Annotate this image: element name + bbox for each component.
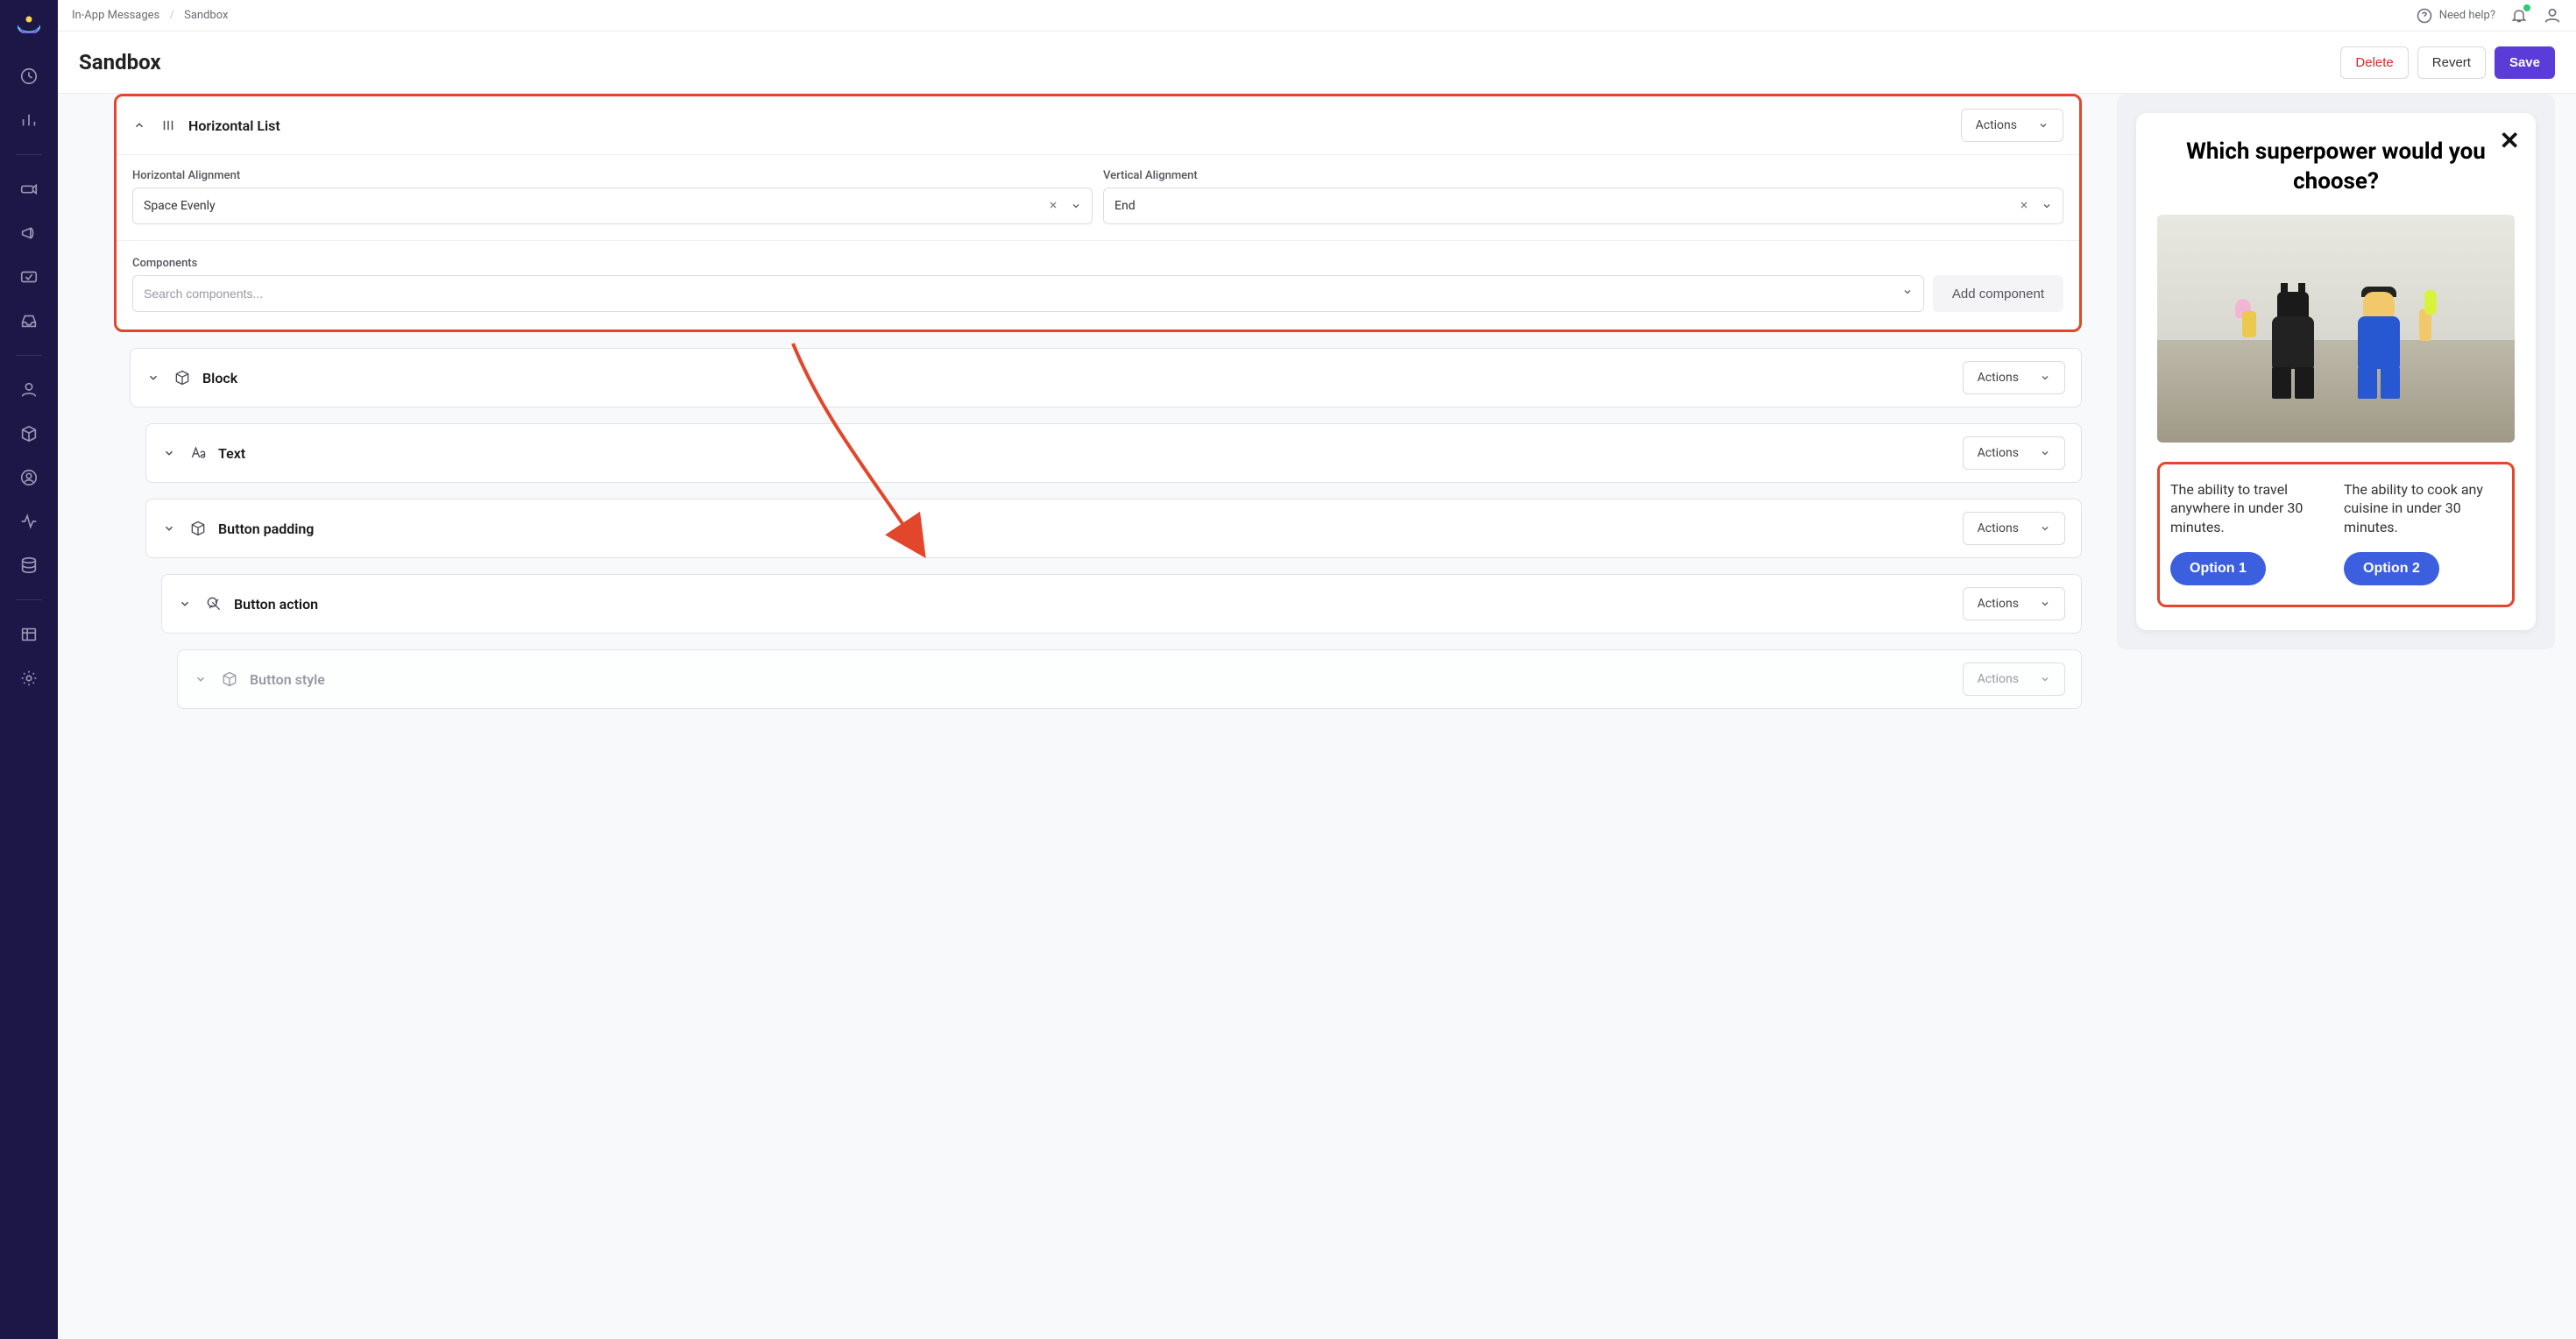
actions-dropdown[interactable]: Actions [1963,587,2065,620]
component-name: Button padding [218,521,1963,537]
notification-dot [2523,4,2530,11]
chevron-down-icon [1902,287,1913,301]
close-icon[interactable]: ✕ [2500,129,2520,153]
account-icon[interactable] [2543,6,2562,25]
halign-value: Space Evenly [144,199,1048,213]
component-name: Button style [250,671,1963,688]
nav-data-icon[interactable] [19,556,39,575]
nav-analytics-icon[interactable] [19,110,39,130]
lego-batman-figure [2258,285,2328,407]
breadcrumb-parent[interactable]: In-App Messages [72,9,159,22]
halign-label: Horizontal Alignment [132,169,1093,182]
component-card-button-action: Button action Actions [161,574,2082,634]
horizontal-list-icon [159,116,178,135]
breadcrumb-current: Sandbox [184,9,228,22]
section-divider [117,240,2079,241]
halign-select[interactable]: Space Evenly [132,188,1093,224]
preview-option-2: The ability to cook any cuisine in under… [2344,480,2502,586]
nav-dashboard-icon[interactable] [19,67,39,86]
component-card-horizontal-list: Horizontal List Actions Horizontal Align… [114,94,2082,332]
preview-frame: ✕ Which superpower would you choose? [2117,94,2555,649]
actions-label: Actions [1978,597,2019,611]
option-text: The ability to cook any cuisine in under… [2344,480,2502,537]
page-title: Sandbox [79,50,161,74]
chevron-down-icon [2042,201,2052,211]
nav-objects-icon[interactable] [19,424,39,443]
actions-dropdown[interactable]: Actions [1963,662,2065,696]
preview-hero-image [2157,215,2515,443]
component-name: Horizontal List [188,117,1961,134]
preview-option-1: The ability to travel anywhere in under … [2170,480,2328,586]
components-search-input[interactable] [144,287,1902,301]
components-label: Components [132,257,1924,270]
sidebar-sep [16,599,42,600]
block-icon [173,368,192,387]
breadcrumb-sep: / [169,9,173,22]
valign-label: Vertical Alignment [1103,169,2063,182]
preview-card: ✕ Which superpower would you choose? [2136,113,2536,630]
nav-inapp-icon[interactable] [19,267,39,287]
save-button[interactable]: Save [2495,46,2555,79]
nav-segments-icon[interactable] [19,468,39,487]
help-label: Need help? [2439,9,2495,22]
actions-dropdown[interactable]: Actions [1961,109,2063,142]
nav-inbox-icon[interactable] [19,311,39,330]
nav-users-icon[interactable] [19,380,39,400]
page-header: Sandbox Delete Revert Save [58,32,2576,94]
component-card-block: Block Actions [130,348,2082,407]
block-icon [188,519,208,538]
actions-label: Actions [1976,118,2017,132]
actions-dropdown[interactable]: Actions [1963,436,2065,470]
collapse-toggle[interactable] [162,446,176,460]
collapse-toggle[interactable] [162,521,176,535]
component-card-button-style: Button style Actions [177,649,2082,709]
collapse-toggle[interactable] [146,371,160,385]
nav-settings-icon[interactable] [19,669,39,688]
clear-icon[interactable] [1048,200,1060,212]
notifications-icon[interactable] [2509,6,2529,25]
option-1-button[interactable]: Option 1 [2170,552,2266,585]
nav-campaigns-icon[interactable] [19,180,39,199]
nav-activity-icon[interactable] [19,512,39,531]
collapse-toggle[interactable] [178,597,192,611]
actions-label: Actions [1978,521,2019,535]
top-bar: In-App Messages / Sandbox Need help? [58,0,2576,32]
actions-label: Actions [1978,371,2019,385]
collapse-toggle[interactable] [132,118,146,132]
app-logo [16,16,42,33]
preview-options-box: The ability to travel anywhere in under … [2157,462,2515,608]
valign-value: End [1115,199,2019,213]
action-icon [204,594,223,613]
component-name: Text [218,445,1963,462]
actions-label: Actions [1978,672,2019,686]
component-name: Button action [234,596,1963,613]
component-card-text: Text Actions [145,423,2082,483]
delete-button[interactable]: Delete [2340,46,2408,79]
actions-dropdown[interactable]: Actions [1963,512,2065,545]
sidebar-sep [16,154,42,155]
clear-icon[interactable] [2019,200,2031,212]
sidebar-sep [16,355,42,356]
option-text: The ability to travel anywhere in under … [2170,480,2328,537]
breadcrumb: In-App Messages / Sandbox [72,9,228,22]
valign-select[interactable]: End [1103,188,2063,224]
nav-broadcast-icon[interactable] [19,223,39,243]
revert-button[interactable]: Revert [2417,46,2486,79]
lego-superman-figure [2344,285,2414,407]
preview-title: Which superpower would you choose? [2157,138,2515,197]
help-link[interactable]: Need help? [2416,7,2495,25]
nav-tables-icon[interactable] [19,625,39,644]
style-icon [220,670,239,689]
component-name: Block [202,370,1963,386]
collapse-toggle[interactable] [194,672,208,686]
component-card-button-padding: Button padding Actions [145,499,2082,558]
actions-label: Actions [1978,446,2019,460]
add-component-button[interactable]: Add component [1933,275,2063,312]
actions-dropdown[interactable]: Actions [1963,361,2065,394]
chevron-down-icon [1071,201,1081,211]
app-sidebar [0,0,58,1339]
text-icon [188,443,208,463]
option-2-button[interactable]: Option 2 [2344,552,2439,585]
